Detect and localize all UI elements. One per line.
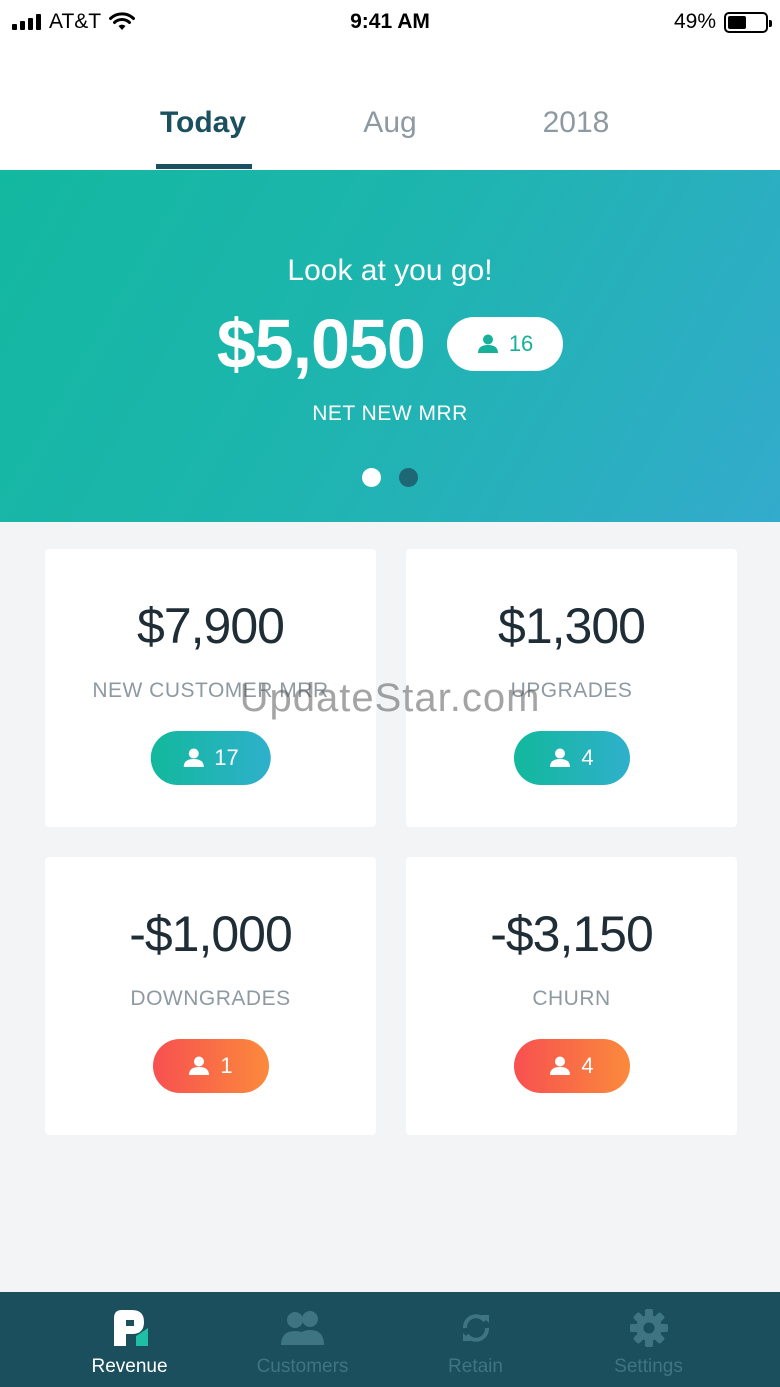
card-downgrades[interactable]: -$1,000 DOWNGRADES 1 [45, 857, 376, 1135]
nav-settings[interactable]: Settings [562, 1292, 735, 1387]
person-icon [550, 748, 571, 767]
card-amount: -$1,000 [129, 906, 293, 962]
hero-customer-badge[interactable]: 16 [446, 317, 564, 371]
card-amount: -$3,150 [490, 906, 654, 962]
customer-count-badge[interactable]: 4 [513, 1039, 630, 1093]
clock: 9:41 AM [350, 10, 430, 33]
carrier-label: AT&T [49, 10, 102, 33]
wifi-icon [109, 12, 136, 30]
customer-count: 4 [581, 745, 594, 770]
battery-icon [724, 11, 772, 33]
customer-count: 17 [214, 745, 239, 770]
customers-icon [279, 1306, 327, 1350]
nav-revenue[interactable]: Revenue [43, 1292, 216, 1387]
card-churn[interactable]: -$3,150 CHURN 4 [406, 857, 737, 1135]
net-new-mrr-amount: $5,050 [216, 305, 426, 383]
battery-percent: 49% [673, 10, 716, 33]
nav-retain[interactable]: Retain [389, 1292, 562, 1387]
battery-level [728, 15, 746, 29]
customer-count-badge[interactable]: 1 [152, 1039, 269, 1093]
person-icon [183, 748, 204, 767]
customer-count-badge[interactable]: 17 [150, 731, 271, 785]
card-amount: $7,900 [137, 598, 285, 654]
nav-customers[interactable]: Customers [216, 1292, 389, 1387]
customer-count-badge[interactable]: 4 [513, 731, 630, 785]
status-bar: AT&T 9:41 AM 49% [0, 0, 780, 44]
tab-aug[interactable]: Aug [363, 106, 416, 140]
person-icon [550, 1056, 571, 1075]
active-tab-indicator [156, 164, 252, 169]
gear-icon [629, 1306, 669, 1350]
refresh-icon [457, 1306, 495, 1350]
card-label: DOWNGRADES [130, 987, 291, 1010]
page-dot[interactable] [362, 468, 381, 487]
bottom-nav: Revenue Customers Retain Settings [0, 1292, 780, 1387]
card-new-customer-mrr[interactable]: $7,900 NEW CUSTOMER MRR 17 [45, 549, 376, 827]
card-label: NEW CUSTOMER MRR [92, 679, 329, 702]
page-dot[interactable] [399, 468, 418, 487]
customer-count: 4 [581, 1053, 594, 1078]
hero-label: NET NEW MRR [312, 402, 468, 425]
tab-today[interactable]: Today [160, 106, 246, 140]
card-label: CHURN [532, 987, 611, 1010]
nav-label: Retain [448, 1356, 503, 1377]
net-new-mrr-hero[interactable]: Look at you go! $5,050 16 NET NEW MRR [0, 170, 780, 522]
tab-2018[interactable]: 2018 [543, 106, 610, 140]
card-upgrades[interactable]: $1,300 UPGRADES 4 [406, 549, 737, 827]
hero-customer-count: 16 [508, 331, 534, 356]
customer-count: 1 [220, 1053, 233, 1078]
signal-icon [12, 14, 41, 30]
person-icon [189, 1056, 210, 1075]
card-amount: $1,300 [498, 598, 646, 654]
nav-label: Customers [256, 1356, 349, 1377]
nav-label: Settings [614, 1356, 683, 1377]
page-indicator[interactable] [0, 468, 780, 487]
revenue-logo-icon [110, 1306, 150, 1350]
card-label: UPGRADES [510, 679, 633, 702]
period-tabs: Today Aug 2018 [0, 44, 780, 170]
nav-label: Revenue [91, 1356, 168, 1377]
person-icon [477, 334, 498, 353]
hero-title: Look at you go! [287, 254, 493, 287]
